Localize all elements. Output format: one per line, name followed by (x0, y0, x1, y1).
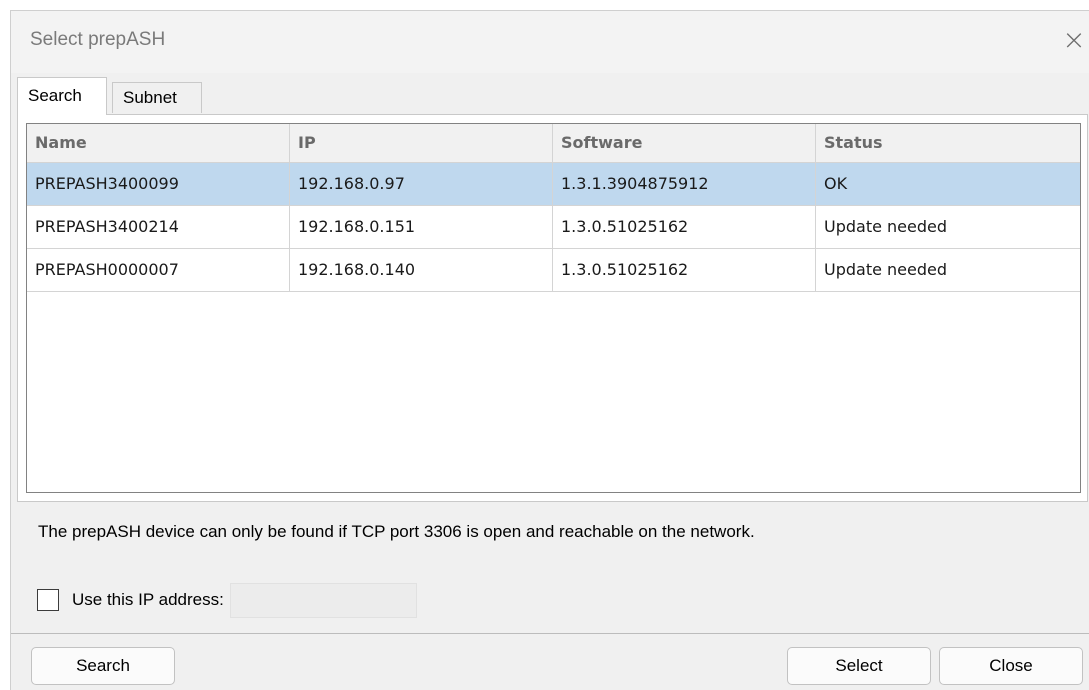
use-ip-label[interactable]: Use this IP address: (72, 590, 224, 610)
search-tab-panel: Name IP Software Status PREPASH3400099 1… (17, 114, 1088, 502)
use-ip-checkbox[interactable] (37, 589, 59, 611)
cell-software: 1.3.0.51025162 (553, 206, 816, 248)
info-message: The prepASH device can only be found if … (38, 522, 755, 541)
cell-ip: 192.168.0.97 (290, 163, 553, 205)
cell-software: 1.3.0.51025162 (553, 249, 816, 291)
device-table: Name IP Software Status PREPASH3400099 1… (26, 123, 1081, 493)
table-row[interactable]: PREPASH3400214 192.168.0.151 1.3.0.51025… (27, 206, 1080, 249)
cell-status: OK (824, 174, 848, 193)
table-row[interactable]: PREPASH3400099 192.168.0.97 1.3.1.390487… (27, 163, 1080, 206)
tab-search[interactable]: Search (17, 77, 107, 115)
cell-status: Update needed (824, 260, 948, 279)
column-header-status[interactable]: Status (816, 124, 1080, 162)
table-row[interactable]: PREPASH0000007 192.168.0.140 1.3.0.51025… (27, 249, 1080, 292)
cell-ip: 192.168.0.151 (290, 206, 553, 248)
cell-status: Update needed (824, 217, 948, 236)
cell-ip: 192.168.0.140 (290, 249, 553, 291)
ip-address-option: Use this IP address: (37, 582, 417, 618)
tab-subnet[interactable]: Subnet (112, 82, 202, 113)
ip-address-input[interactable] (229, 582, 417, 618)
cell-name: PREPASH3400099 (27, 163, 290, 205)
table-header: Name IP Software Status (27, 124, 1080, 163)
select-button[interactable]: Select (787, 647, 931, 685)
select-prepash-dialog: Select prepASH × Search Subnet Name IP S… (10, 10, 1089, 690)
cell-name: PREPASH3400214 (27, 206, 290, 248)
search-button[interactable]: Search (31, 647, 175, 685)
close-icon[interactable]: × (1059, 25, 1089, 55)
dialog-title: Select prepASH (30, 29, 166, 50)
close-button[interactable]: Close (939, 647, 1083, 685)
column-header-software[interactable]: Software (553, 124, 816, 162)
cell-name: PREPASH0000007 (27, 249, 290, 291)
column-header-name[interactable]: Name (27, 124, 290, 162)
cell-software: 1.3.1.3904875912 (553, 163, 816, 205)
column-header-ip[interactable]: IP (290, 124, 553, 162)
title-bar: Select prepASH × (11, 11, 1089, 73)
footer-divider (11, 633, 1089, 634)
